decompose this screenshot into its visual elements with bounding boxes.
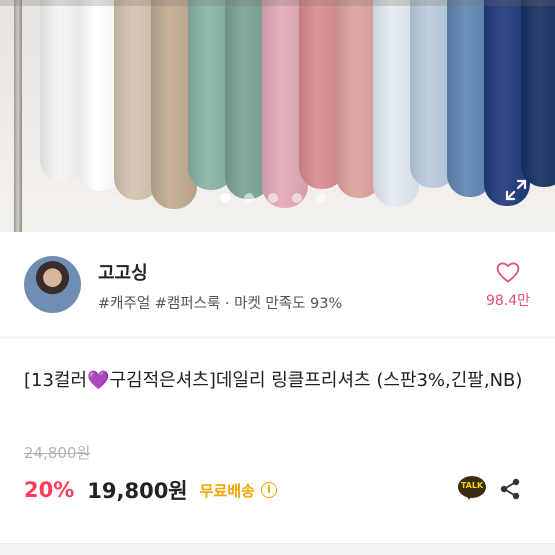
product-title-start: [13컬러 xyxy=(24,370,88,391)
seller-avatar[interactable] xyxy=(24,256,81,313)
kakao-talk-button[interactable]: TALK xyxy=(458,476,486,502)
favorite-count: 98.4만 xyxy=(485,293,531,309)
info-icon[interactable]: i xyxy=(260,482,277,498)
product-title-rest: 구김적은셔츠]데일리 링클프리셔츠 (스판3%,긴팔,NB) xyxy=(109,370,523,391)
carousel-dot[interactable] xyxy=(244,193,254,203)
talk-label: TALK xyxy=(460,481,484,490)
seller-name[interactable]: 고고싱 xyxy=(98,259,148,285)
carousel-dot[interactable] xyxy=(220,193,230,203)
free-shipping-label: 무료배송 xyxy=(199,481,255,500)
purple-heart-emoji: 💜 xyxy=(87,370,110,391)
product-title: [13컬러💜구김적은셔츠]데일리 링클프리셔츠 (스판3%,긴팔,NB) xyxy=(24,366,534,395)
clothing-rack-pole xyxy=(14,0,22,232)
shirt-swatch xyxy=(521,0,555,187)
product-image[interactable] xyxy=(0,0,555,232)
seller-tags: #캐주얼 #캠퍼스룩 · 마켓 만족도 93% xyxy=(98,296,343,312)
favorite-button[interactable]: 98.4만 xyxy=(480,260,536,310)
clothing-rail xyxy=(0,0,555,6)
carousel-dot[interactable] xyxy=(292,193,302,203)
carousel-indicator[interactable] xyxy=(220,193,326,203)
sale-price: 19,800원 xyxy=(87,479,188,503)
carousel-dot[interactable] xyxy=(268,193,278,203)
seller-row[interactable]: 고고싱 #캐주얼 #캠퍼스룩 · 마켓 만족도 93% 98.4만 xyxy=(0,232,555,338)
section-divider xyxy=(0,543,555,555)
price-row: 20% 19,800원 무료배송 i xyxy=(24,475,277,505)
talk-bubble-tail xyxy=(465,493,473,500)
share-icon[interactable] xyxy=(498,477,522,501)
carousel-dot[interactable] xyxy=(316,193,326,203)
expand-icon[interactable] xyxy=(504,178,528,202)
discount-rate: 20% xyxy=(24,478,75,502)
original-price: 24,800원 xyxy=(24,444,91,462)
heart-outline-icon xyxy=(496,262,520,283)
